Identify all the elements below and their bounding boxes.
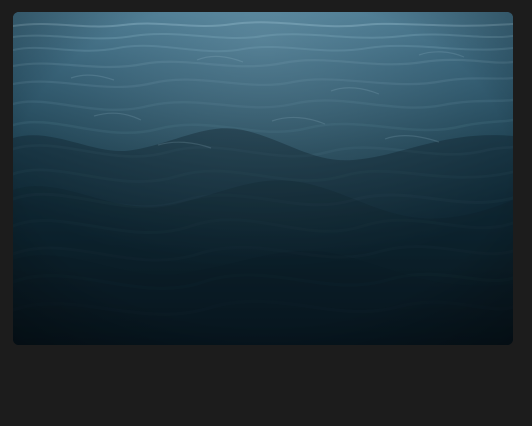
image-viewer: [0, 0, 532, 426]
ocean-waves-image: [13, 12, 513, 345]
ocean-photo: [13, 12, 513, 345]
